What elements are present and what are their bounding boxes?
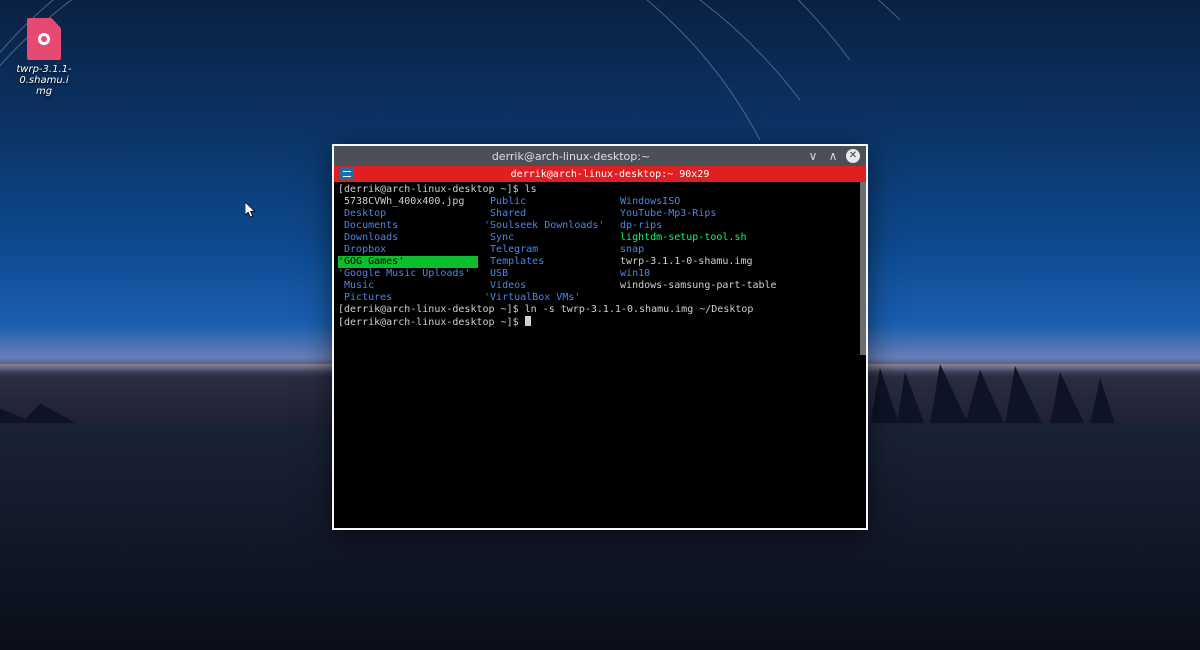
ls-entry: USB [478, 268, 608, 280]
ls-entry: 'Soulseek Downloads' [478, 220, 608, 232]
terminal-line: [derrik@arch-linux-desktop ~]$ ln -s twr… [338, 304, 862, 316]
ls-entry: Telegram [478, 244, 608, 256]
terminal-line: [derrik@arch-linux-desktop ~]$ ls [338, 184, 862, 196]
shell-prompt: [derrik@arch-linux-desktop ~]$ [338, 304, 525, 315]
ls-entry: Desktop [338, 208, 478, 220]
ls-entry: Templates [478, 256, 608, 268]
ls-entry: snap [608, 244, 808, 256]
ls-entry: Videos [478, 280, 608, 292]
ls-entry: windows-samsung-part-table [608, 280, 808, 292]
ls-entry: Sync [478, 232, 608, 244]
mouse-cursor [245, 202, 257, 220]
ls-entry: Shared [478, 208, 608, 220]
ls-entry: YouTube-Mp3-Rips [608, 208, 808, 220]
terminal-line: [derrik@arch-linux-desktop ~]$ [338, 316, 862, 329]
ls-entry: 'GOG Games' [338, 256, 478, 268]
shell-command: ls [525, 184, 537, 195]
shell-command: ln -s twrp-3.1.1-0.shamu.img ~/Desktop [525, 304, 754, 315]
terminal-tabbar[interactable]: derrik@arch-linux-desktop:~ 90x29 [334, 166, 866, 182]
ls-entry: 'Google Music Uploads' [338, 268, 478, 280]
terminal-tab-title: derrik@arch-linux-desktop:~ 90x29 [360, 169, 860, 180]
shell-prompt: [derrik@arch-linux-desktop ~]$ [338, 317, 525, 328]
desktop-file-label: twrp-3.1.1-0.shamu.img [16, 64, 72, 97]
close-button[interactable]: ✕ [846, 149, 860, 163]
terminal-scrollbar[interactable] [860, 182, 866, 355]
desktop-background[interactable]: twrp-3.1.1-0.shamu.img derrik@arch-linux… [0, 0, 1200, 650]
terminal-menu-icon[interactable] [340, 168, 354, 180]
shell-prompt: [derrik@arch-linux-desktop ~]$ [338, 184, 525, 195]
ls-entry: Downloads [338, 232, 478, 244]
ls-entry: lightdm-setup-tool.sh [608, 232, 808, 244]
window-titlebar[interactable]: derrik@arch-linux-desktop:~ ∨ ∧ ✕ [334, 144, 866, 166]
maximize-button[interactable]: ∧ [826, 149, 840, 163]
img-file-icon [27, 18, 61, 60]
ls-entry: Pictures [338, 292, 478, 304]
ls-entry: Public [478, 196, 608, 208]
terminal-cursor [525, 316, 531, 326]
minimize-button[interactable]: ∨ [806, 149, 820, 163]
ls-entry: WindowsISO [608, 196, 808, 208]
ls-entry: twrp-3.1.1-0-shamu.img [608, 256, 808, 268]
ls-entry: Documents [338, 220, 478, 232]
ls-entry [608, 292, 808, 304]
window-title: derrik@arch-linux-desktop:~ [342, 150, 800, 163]
terminal-window[interactable]: derrik@arch-linux-desktop:~ ∨ ∧ ✕ derrik… [332, 144, 868, 530]
ls-entry: Dropbox [338, 244, 478, 256]
ls-output: 5738CVWh_400x400.jpg Public WindowsISO D… [338, 196, 862, 304]
terminal-body[interactable]: [derrik@arch-linux-desktop ~]$ ls 5738CV… [334, 182, 866, 528]
desktop-file-icon[interactable]: twrp-3.1.1-0.shamu.img [16, 18, 72, 97]
ls-entry: 'VirtualBox VMs' [478, 292, 608, 304]
ls-entry: Music [338, 280, 478, 292]
ls-entry: dp-rips [608, 220, 808, 232]
ls-entry: win10 [608, 268, 808, 280]
ls-entry: 5738CVWh_400x400.jpg [338, 196, 478, 208]
